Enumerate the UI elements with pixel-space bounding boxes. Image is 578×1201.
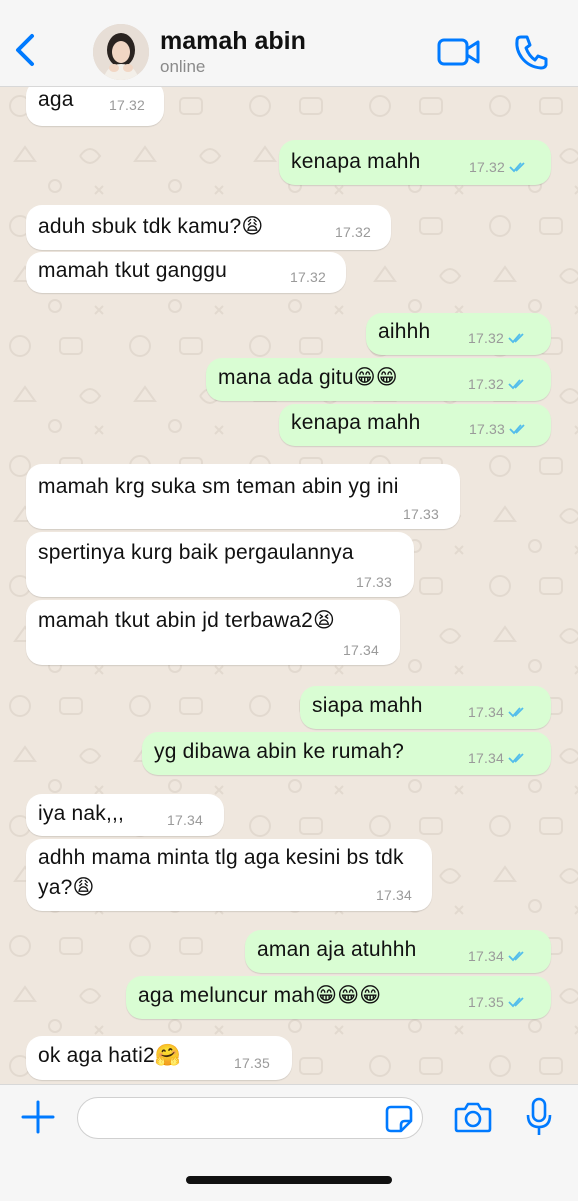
message-time: 17.34 — [343, 642, 380, 658]
video-camera-icon — [437, 38, 480, 66]
message-time: 17.34 — [167, 812, 204, 828]
message-bubble-incoming[interactable]: adhh mama minta tlg aga kesini bs tdk ya… — [26, 839, 432, 911]
message-time: 17.33 — [403, 506, 440, 522]
message-time-label: 17.32 — [469, 159, 506, 175]
message-text: mamah krg suka sm teman abin yg ini — [38, 475, 399, 498]
read-ticks-icon — [508, 753, 524, 764]
sticker-icon — [385, 1105, 413, 1133]
read-ticks-icon — [509, 424, 525, 435]
message-text: aduh sbuk tdk kamu?😩 — [38, 215, 264, 238]
message-time-label: 17.34 — [468, 948, 505, 964]
microphone-icon — [526, 1097, 552, 1135]
message-bubble-incoming[interactable]: aduh sbuk tdk kamu?😩 17.32 — [26, 205, 391, 250]
message-text: siapa mahh — [312, 694, 423, 717]
message-list[interactable]: aga 17.32 kenapa mahh 17.32 aduh sbuk td… — [0, 86, 578, 1084]
message-bubble-incoming[interactable]: mamah tkut ganggu 17.32 — [26, 252, 346, 293]
message-time: 17.34 — [376, 887, 413, 903]
phone-icon — [515, 35, 548, 70]
message-text: kenapa mahh — [291, 150, 421, 173]
message-text: mana ada gitu😁😁 — [218, 366, 398, 389]
sticker-button[interactable] — [385, 1105, 413, 1133]
message-time: 17.32 — [468, 376, 528, 392]
message-text: ok aga hati2🤗 — [38, 1044, 182, 1067]
message-text: aman aja atuhhh — [257, 938, 417, 961]
message-text: kenapa mahh — [291, 411, 421, 434]
message-time: 17.33 — [469, 421, 529, 437]
read-ticks-icon — [508, 997, 524, 1008]
contact-name[interactable]: mamah abin — [160, 27, 306, 56]
message-bubble-outgoing[interactable]: kenapa mahh 17.32 — [279, 140, 551, 185]
message-text: aga meluncur mah😁😁😁 — [138, 984, 382, 1007]
message-bubble-incoming[interactable]: aga 17.32 — [26, 86, 164, 126]
message-bubble-outgoing[interactable]: siapa mahh 17.34 — [300, 686, 551, 729]
message-field[interactable] — [77, 1097, 423, 1139]
message-time-label: 17.32 — [468, 376, 505, 392]
message-time: 17.34 — [468, 948, 528, 964]
message-text: mamah tkut ganggu — [38, 259, 228, 282]
message-time: 17.32 — [109, 97, 146, 113]
chat-header: mamah abin online — [0, 0, 578, 87]
message-bubble-outgoing[interactable]: aihhh 17.32 — [366, 313, 551, 355]
plus-icon — [21, 1100, 55, 1134]
contact-status: online — [160, 57, 206, 76]
read-ticks-icon — [508, 333, 524, 344]
message-time: 17.32 — [290, 269, 327, 285]
read-ticks-icon — [508, 951, 524, 962]
video-call-button[interactable] — [437, 36, 481, 68]
message-time-label: 17.32 — [468, 330, 505, 346]
message-bubble-incoming[interactable]: mamah tkut abin jd terbawa2😫 17.34 — [26, 600, 400, 665]
attach-button[interactable] — [20, 1099, 56, 1135]
message-time-label: 17.33 — [469, 421, 506, 437]
back-button[interactable] — [10, 30, 40, 70]
home-indicator — [186, 1176, 392, 1184]
message-text: yg dibawa abin ke rumah? — [154, 740, 404, 763]
message-time-label: 17.34 — [468, 704, 505, 720]
message-time: 17.32 — [335, 224, 372, 240]
read-ticks-icon — [508, 707, 524, 718]
read-ticks-icon — [509, 162, 525, 173]
message-bubble-outgoing[interactable]: yg dibawa abin ke rumah? 17.34 — [142, 732, 551, 775]
message-time: 17.32 — [469, 159, 529, 175]
message-input[interactable] — [92, 1106, 376, 1132]
message-bubble-incoming[interactable]: spertinya kurg baik pergaulannya 17.33 — [26, 532, 414, 597]
message-time-label: 17.35 — [468, 994, 505, 1010]
message-bubble-outgoing[interactable]: aman aja atuhhh 17.34 — [245, 930, 551, 973]
message-text: spertinya kurg baik pergaulannya — [38, 541, 354, 564]
avatar-photo — [93, 24, 149, 80]
message-time: 17.34 — [468, 704, 528, 720]
camera-button[interactable] — [454, 1101, 492, 1133]
message-time: 17.33 — [356, 574, 393, 590]
message-bubble-incoming[interactable]: iya nak,,, 17.34 — [26, 794, 224, 836]
composer-bar — [0, 1084, 578, 1201]
message-time: 17.35 — [234, 1055, 271, 1071]
message-bubble-outgoing[interactable]: kenapa mahh 17.33 — [279, 404, 551, 446]
message-bubble-incoming[interactable]: mamah krg suka sm teman abin yg ini 17.3… — [26, 464, 460, 529]
message-text: iya nak,,, — [38, 802, 125, 825]
message-bubble-outgoing[interactable]: mana ada gitu😁😁 17.32 — [206, 358, 551, 401]
message-time: 17.32 — [468, 330, 528, 346]
camera-icon — [454, 1102, 492, 1133]
chevron-left-icon — [16, 34, 34, 66]
voice-call-button[interactable] — [514, 34, 548, 70]
read-ticks-icon — [508, 379, 524, 390]
message-text: mamah tkut abin jd terbawa2😫 — [38, 609, 336, 632]
voice-message-button[interactable] — [526, 1097, 552, 1137]
message-time: 17.35 — [468, 994, 528, 1010]
message-bubble-incoming[interactable]: ok aga hati2🤗 17.35 — [26, 1036, 292, 1080]
message-bubble-outgoing[interactable]: aga meluncur mah😁😁😁 17.35 — [126, 976, 551, 1019]
message-text: adhh mama minta tlg aga kesini bs tdk ya… — [38, 846, 404, 899]
message-time: 17.34 — [468, 750, 528, 766]
message-text: aga — [38, 88, 74, 111]
message-text: aihhh — [378, 320, 431, 343]
avatar[interactable] — [93, 24, 149, 80]
message-time-label: 17.34 — [468, 750, 505, 766]
